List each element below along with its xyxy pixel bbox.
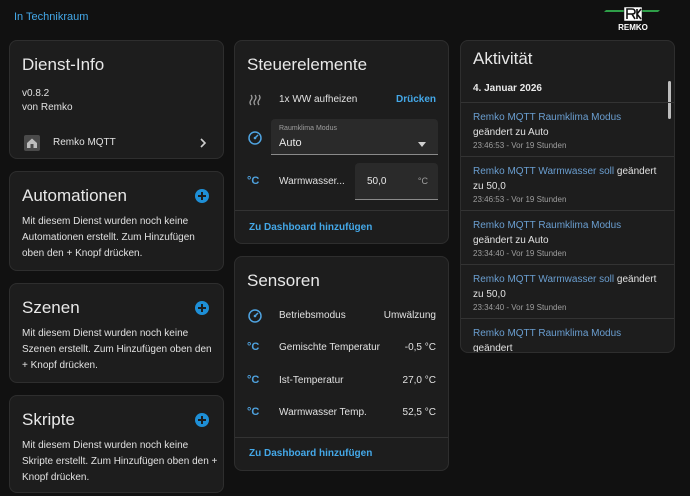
sensor-row[interactable]: °C Ist-Temperatur 27,0 °C [235, 366, 448, 396]
celsius-icon: °C [247, 341, 260, 353]
scripts-empty-text: Mit diesem Dienst wurden noch keine Skri… [22, 440, 218, 483]
activity-entry: Remko MQTT Warmwasser soll geändert zu 5… [461, 156, 674, 210]
activity-entity-link[interactable]: Remko MQTT Warmwasser soll [473, 166, 614, 177]
sensors-add-dashboard-link[interactable]: Zu Dashboard hinzufügen [249, 448, 372, 459]
automations-card: Automationen Mit diesem Dienst wurden no… [9, 171, 224, 271]
activity-entity-link[interactable]: Remko MQTT Raumklima Modus [473, 220, 621, 231]
activity-date: 4. Januar 2026 [473, 83, 542, 94]
activity-entry: Remko MQTT Raumklima Modus geändert [461, 318, 674, 353]
climate-mode-row: Raumklima Modus Auto [235, 119, 448, 157]
activity-action: geändert [473, 343, 513, 353]
water-setpoint-unit: °C [417, 176, 428, 186]
scripts-title: Skripte [22, 410, 75, 429]
activity-entry: Remko MQTT Raumklima Modus geändert zu A… [461, 210, 674, 264]
add-script-button[interactable] [195, 413, 209, 427]
water-setpoint-row: °C Warmwasser... 50,0 °C [235, 163, 448, 201]
activity-entry: Remko MQTT Warmwasser soll geändert zu 5… [461, 264, 674, 318]
press-button[interactable]: Drücken [396, 94, 436, 105]
service-info-title: Dienst-Info [22, 55, 105, 74]
activity-action: geändert zu Auto [473, 127, 549, 138]
water-setpoint-label: Warmwasser... [279, 176, 345, 187]
sensors-card: Sensoren Betriebsmodus Umwälzung °C Gemi… [234, 256, 449, 471]
automations-empty-text: Mit diesem Dienst wurden noch keine Auto… [22, 216, 195, 259]
activity-time: 23:34:40 - Vor 19 Stunden [473, 249, 567, 258]
scripts-card: Skripte Mit diesem Dienst wurden noch ke… [9, 395, 224, 493]
scenes-empty-text: Mit diesem Dienst wurden noch keine Szen… [22, 328, 212, 371]
sensor-label: Betriebsmodus [279, 310, 346, 321]
gauge-icon [247, 308, 263, 324]
activity-entity-link[interactable]: Remko MQTT Raumklima Modus [473, 328, 621, 339]
activity-card: Aktivität 4. Januar 2026 Remko MQTT Raum… [460, 40, 675, 353]
sensor-value: -0,5 °C [404, 342, 436, 353]
integration-link[interactable]: Remko MQTT [10, 129, 223, 157]
climate-mode-select-value: Auto [279, 137, 302, 149]
integration-label: Remko MQTT [53, 137, 116, 148]
heat-waves-icon [247, 92, 263, 108]
sensor-value: 27,0 °C [402, 375, 436, 386]
svg-text:REMKO: REMKO [618, 23, 648, 32]
activity-entity-link[interactable]: Remko MQTT Raumklima Modus [473, 112, 621, 123]
manufacturer-text: von Remko [22, 102, 73, 113]
sensor-label: Ist-Temperatur [279, 375, 344, 386]
sensor-value: Umwälzung [383, 310, 436, 321]
activity-time: 23:34:40 - Vor 19 Stunden [473, 303, 567, 312]
chevron-right-icon [199, 136, 207, 154]
climate-mode-select[interactable]: Raumklima Modus Auto [271, 119, 438, 155]
remko-logo: REMKO [604, 6, 662, 32]
hot-water-heat-label: 1x WW aufheizen [279, 94, 358, 105]
sensor-label: Warmwasser Temp. [279, 407, 367, 418]
add-automation-button[interactable] [195, 189, 209, 203]
climate-mode-select-label: Raumklima Modus [279, 125, 337, 132]
water-setpoint-value: 50,0 [367, 176, 387, 187]
automations-title: Automationen [22, 186, 127, 205]
activity-entity-link[interactable]: Remko MQTT Warmwasser soll [473, 274, 614, 285]
activity-time: 23:46:53 - Vor 19 Stunden [473, 195, 567, 204]
breadcrumb-link[interactable]: In Technikraum [14, 11, 88, 23]
gauge-icon [247, 130, 263, 146]
water-setpoint-input[interactable]: 50,0 °C [355, 163, 438, 200]
add-scene-button[interactable] [195, 301, 209, 315]
activity-action: geändert zu Auto [473, 235, 549, 246]
celsius-icon: °C [247, 374, 260, 386]
sensor-row[interactable]: °C Gemischte Temperatur -0,5 °C [235, 333, 448, 363]
celsius-icon: °C [247, 406, 260, 418]
service-info-card: Dienst-Info v0.8.2 von Remko Remko MQTT [9, 40, 224, 159]
scenes-card: Szenen Mit diesem Dienst wurden noch kei… [9, 283, 224, 383]
celsius-icon: °C [247, 175, 260, 187]
home-icon [24, 135, 40, 151]
sensor-row[interactable]: Betriebsmodus Umwälzung [235, 301, 448, 331]
sensor-value: 52,5 °C [402, 407, 436, 418]
sensor-label: Gemischte Temperatur [279, 342, 380, 353]
hot-water-heat-row: 1x WW aufheizen Drücken [235, 85, 448, 115]
controls-add-dashboard-link[interactable]: Zu Dashboard hinzufügen [249, 222, 372, 233]
scenes-title: Szenen [22, 298, 80, 317]
sensors-title: Sensoren [247, 271, 320, 290]
activity-time: 23:46:53 - Vor 19 Stunden [473, 141, 567, 150]
activity-entry: Remko MQTT Raumklima Modus geändert zu A… [461, 102, 674, 156]
controls-divider [235, 210, 448, 211]
controls-card: Steuerelemente 1x WW aufheizen Drücken R… [234, 40, 449, 244]
activity-title: Aktivität [473, 49, 533, 68]
dropdown-arrow-icon [418, 134, 426, 152]
sensors-divider [235, 437, 448, 438]
sensor-row[interactable]: °C Warmwasser Temp. 52,5 °C [235, 398, 448, 428]
controls-title: Steuerelemente [247, 55, 368, 74]
